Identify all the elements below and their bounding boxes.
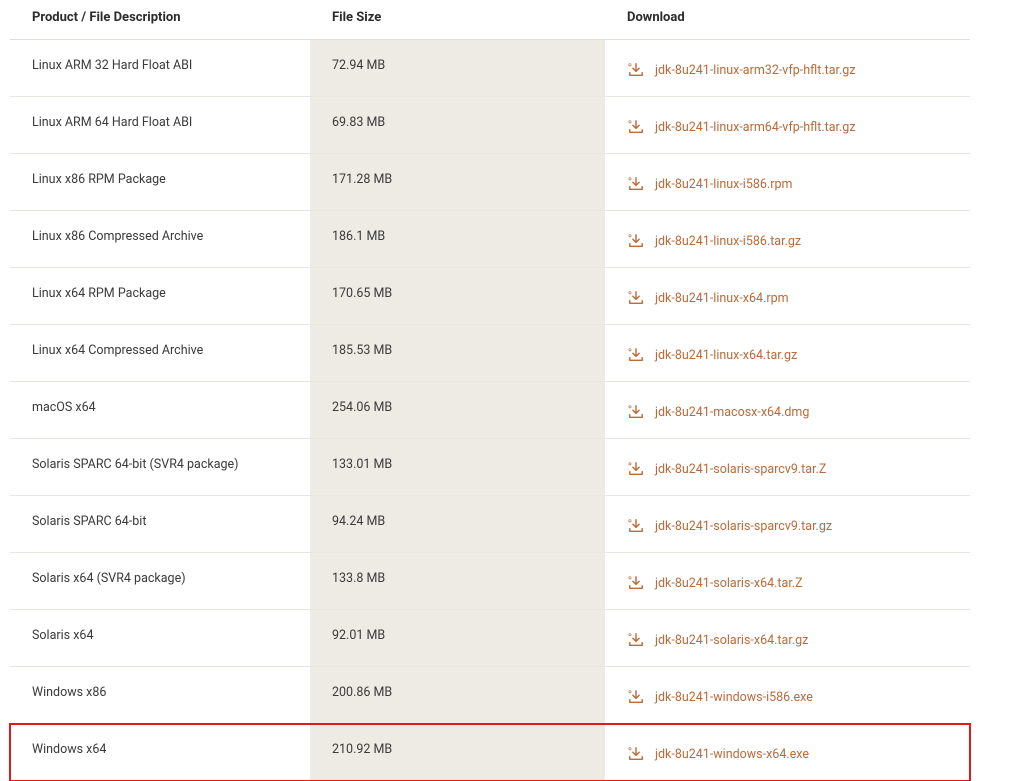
size-cell: 133.8 MB	[310, 553, 605, 610]
table-row: macOS x64254.06 MB jdk-8u241-macosx-x64.…	[10, 382, 970, 439]
download-filename: jdk-8u241-linux-i586.tar.gz	[655, 234, 801, 249]
download-link[interactable]: jdk-8u241-solaris-x64.tar.gz	[627, 632, 808, 648]
download-link[interactable]: jdk-8u241-solaris-sparcv9.tar.gz	[627, 518, 832, 534]
size-cell: 133.01 MB	[310, 439, 605, 496]
download-link[interactable]: jdk-8u241-solaris-x64.tar.Z	[627, 575, 803, 591]
download-icon	[627, 518, 645, 534]
downloads-table-wrapper: Product / File Description File Size Dow…	[10, 0, 970, 781]
download-cell: jdk-8u241-linux-arm32-vfp-hflt.tar.gz	[605, 40, 970, 97]
download-filename: jdk-8u241-linux-x64.rpm	[655, 291, 789, 306]
product-cell: Windows x64	[10, 724, 310, 781]
download-filename: jdk-8u241-linux-x64.tar.gz	[655, 348, 797, 363]
download-cell: jdk-8u241-solaris-x64.tar.gz	[605, 610, 970, 667]
download-link[interactable]: jdk-8u241-linux-arm32-vfp-hflt.tar.gz	[627, 62, 856, 78]
download-cell: jdk-8u241-linux-arm64-vfp-hflt.tar.gz	[605, 97, 970, 154]
download-filename: jdk-8u241-solaris-sparcv9.tar.gz	[655, 519, 832, 534]
download-filename: jdk-8u241-linux-arm32-vfp-hflt.tar.gz	[655, 63, 856, 78]
table-row: Linux x64 Compressed Archive185.53 MB jd…	[10, 325, 970, 382]
table-row: Windows x86200.86 MB jdk-8u241-windows-i…	[10, 667, 970, 724]
product-cell: macOS x64	[10, 382, 310, 439]
product-cell: Linux x64 Compressed Archive	[10, 325, 310, 382]
size-cell: 92.01 MB	[310, 610, 605, 667]
table-row: Linux x86 RPM Package171.28 MB jdk-8u241…	[10, 154, 970, 211]
download-cell: jdk-8u241-solaris-sparcv9.tar.gz	[605, 496, 970, 553]
download-icon	[627, 404, 645, 420]
header-product: Product / File Description	[10, 0, 310, 40]
table-row: Solaris SPARC 64-bit94.24 MB jdk-8u241-s…	[10, 496, 970, 553]
table-row: Linux ARM 32 Hard Float ABI72.94 MB jdk-…	[10, 40, 970, 97]
download-icon	[627, 290, 645, 306]
download-filename: jdk-8u241-windows-i586.exe	[655, 690, 813, 705]
download-link[interactable]: jdk-8u241-windows-i586.exe	[627, 689, 813, 705]
download-icon	[627, 62, 645, 78]
product-cell: Solaris x64	[10, 610, 310, 667]
download-icon	[627, 461, 645, 477]
download-link[interactable]: jdk-8u241-macosx-x64.dmg	[627, 404, 809, 420]
size-cell: 94.24 MB	[310, 496, 605, 553]
download-icon	[627, 347, 645, 363]
download-filename: jdk-8u241-macosx-x64.dmg	[655, 405, 809, 420]
size-cell: 170.65 MB	[310, 268, 605, 325]
download-cell: jdk-8u241-windows-i586.exe	[605, 667, 970, 724]
size-cell: 185.53 MB	[310, 325, 605, 382]
download-cell: jdk-8u241-linux-x64.tar.gz	[605, 325, 970, 382]
size-cell: 186.1 MB	[310, 211, 605, 268]
download-icon	[627, 632, 645, 648]
product-cell: Solaris SPARC 64-bit	[10, 496, 310, 553]
download-link[interactable]: jdk-8u241-windows-x64.exe	[627, 746, 809, 762]
download-cell: jdk-8u241-linux-x64.rpm	[605, 268, 970, 325]
download-icon	[627, 575, 645, 591]
table-row: Linux x64 RPM Package170.65 MB jdk-8u241…	[10, 268, 970, 325]
product-cell: Linux x64 RPM Package	[10, 268, 310, 325]
download-icon	[627, 119, 645, 135]
size-cell: 72.94 MB	[310, 40, 605, 97]
product-cell: Solaris SPARC 64-bit (SVR4 package)	[10, 439, 310, 496]
download-link[interactable]: jdk-8u241-solaris-sparcv9.tar.Z	[627, 461, 826, 477]
size-cell: 69.83 MB	[310, 97, 605, 154]
download-link[interactable]: jdk-8u241-linux-x64.tar.gz	[627, 347, 797, 363]
product-cell: Windows x86	[10, 667, 310, 724]
download-cell: jdk-8u241-windows-x64.exe	[605, 724, 970, 781]
download-filename: jdk-8u241-linux-i586.rpm	[655, 177, 792, 192]
size-cell: 171.28 MB	[310, 154, 605, 211]
download-link[interactable]: jdk-8u241-linux-i586.tar.gz	[627, 233, 801, 249]
size-cell: 200.86 MB	[310, 667, 605, 724]
size-cell: 254.06 MB	[310, 382, 605, 439]
header-download: Download	[605, 0, 970, 40]
download-filename: jdk-8u241-solaris-x64.tar.Z	[655, 576, 803, 591]
download-cell: jdk-8u241-solaris-sparcv9.tar.Z	[605, 439, 970, 496]
header-size: File Size	[310, 0, 605, 40]
table-row: Solaris x64 (SVR4 package)133.8 MB jdk-8…	[10, 553, 970, 610]
download-icon	[627, 689, 645, 705]
download-link[interactable]: jdk-8u241-linux-i586.rpm	[627, 176, 792, 192]
download-icon	[627, 233, 645, 249]
download-filename: jdk-8u241-solaris-x64.tar.gz	[655, 633, 808, 648]
product-cell: Linux x86 RPM Package	[10, 154, 310, 211]
download-filename: jdk-8u241-windows-x64.exe	[655, 747, 809, 762]
download-filename: jdk-8u241-solaris-sparcv9.tar.Z	[655, 462, 826, 477]
table-header-row: Product / File Description File Size Dow…	[10, 0, 970, 40]
download-icon	[627, 176, 645, 192]
product-cell: Linux x86 Compressed Archive	[10, 211, 310, 268]
product-cell: Linux ARM 64 Hard Float ABI	[10, 97, 310, 154]
size-cell: 210.92 MB	[310, 724, 605, 781]
download-cell: jdk-8u241-linux-i586.rpm	[605, 154, 970, 211]
download-cell: jdk-8u241-macosx-x64.dmg	[605, 382, 970, 439]
download-link[interactable]: jdk-8u241-linux-x64.rpm	[627, 290, 789, 306]
product-cell: Linux ARM 32 Hard Float ABI	[10, 40, 310, 97]
downloads-table: Product / File Description File Size Dow…	[10, 0, 970, 781]
download-link[interactable]: jdk-8u241-linux-arm64-vfp-hflt.tar.gz	[627, 119, 856, 135]
product-cell: Solaris x64 (SVR4 package)	[10, 553, 310, 610]
table-row: Linux x86 Compressed Archive186.1 MB jdk…	[10, 211, 970, 268]
download-icon	[627, 746, 645, 762]
download-cell: jdk-8u241-linux-i586.tar.gz	[605, 211, 970, 268]
download-cell: jdk-8u241-solaris-x64.tar.Z	[605, 553, 970, 610]
table-row: Solaris x6492.01 MB jdk-8u241-solaris-x6…	[10, 610, 970, 667]
download-filename: jdk-8u241-linux-arm64-vfp-hflt.tar.gz	[655, 120, 856, 135]
table-row: Linux ARM 64 Hard Float ABI69.83 MB jdk-…	[10, 97, 970, 154]
table-row: Windows x64210.92 MB jdk-8u241-windows-x…	[10, 724, 970, 781]
table-row: Solaris SPARC 64-bit (SVR4 package)133.0…	[10, 439, 970, 496]
